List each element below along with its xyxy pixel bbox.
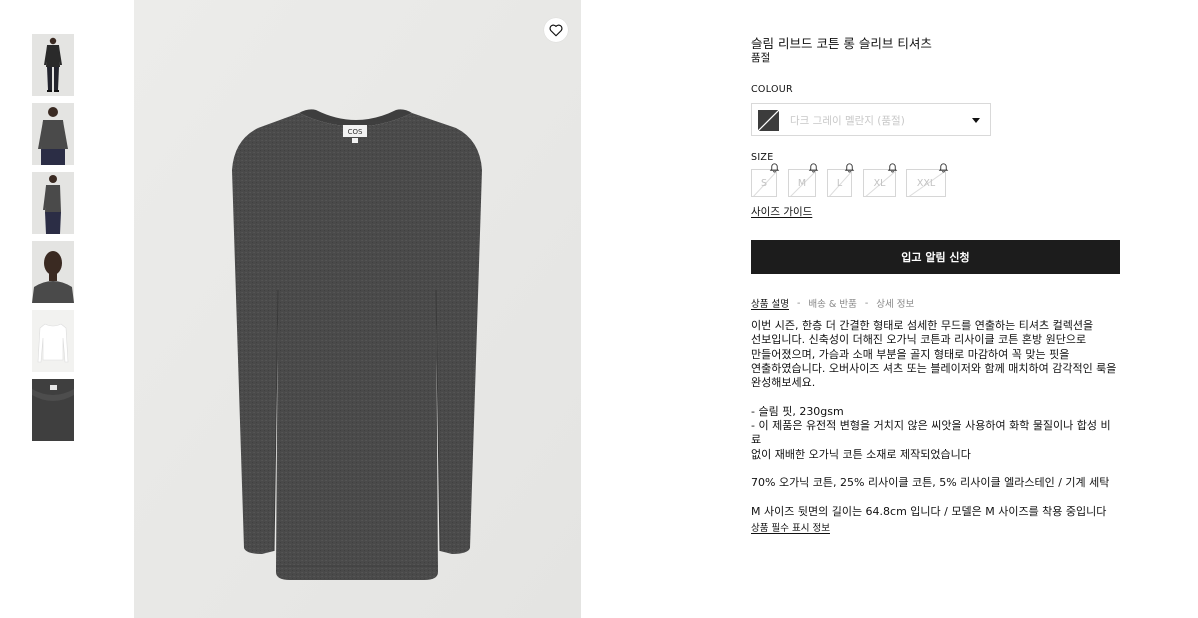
thumbnail-model-half[interactable] (32, 103, 74, 165)
bell-icon[interactable] (844, 162, 855, 173)
tab-separator: - (864, 297, 869, 309)
spec-line: - 슬림 핏, 230gsm (751, 404, 844, 418)
stock-status: 품절 (751, 52, 771, 64)
description-line: 만들어졌으며, 가슴과 소매 부분을 골지 형태로 마감하여 꼭 맞는 핏을 (751, 347, 1070, 361)
thumbnail-model-side[interactable] (32, 172, 74, 234)
size-option-m[interactable]: M (788, 169, 816, 197)
bell-icon[interactable] (769, 162, 780, 173)
product-description: 이번 시즌, 한층 더 간결한 형태로 섬세한 무드를 연출하는 티셔츠 컬렉션… (751, 319, 1120, 519)
brand-label: COS (348, 128, 363, 136)
tab-separator: - (796, 297, 801, 309)
thumbnail-fabric-closeup[interactable] (32, 379, 74, 441)
legal-info-link[interactable]: 상품 필수 표시 정보 (751, 520, 830, 534)
spec-line: - 이 제품은 유전적 변형을 거치지 않은 씨앗을 사용하여 화학 물질이나 … (751, 419, 1111, 447)
size-option-xxl[interactable]: XXL (906, 169, 946, 197)
tab-description[interactable]: 상품 설명 (751, 296, 789, 310)
colour-swatch (758, 110, 779, 131)
description-line: 완성해보세요. (751, 376, 816, 390)
size-option-xl[interactable]: XL (863, 169, 896, 197)
bell-icon[interactable] (808, 162, 819, 173)
description-line: 이번 시즌, 한층 더 간결한 형태로 섬세한 무드를 연출하는 티셔츠 컬렉션… (751, 319, 1094, 332)
colour-select[interactable]: 다크 그레이 멜란지 (품절) (751, 103, 991, 136)
composition: 70% 오가닉 코튼, 25% 리사이클 코튼, 5% 리사이클 엘라스테인 /… (751, 476, 1110, 490)
thumbnail-model-face[interactable] (32, 241, 74, 303)
bell-icon[interactable] (887, 162, 898, 173)
info-tabs: 상품 설명 - 배송 & 반품 - 상세 정보 (751, 296, 914, 311)
thumbnail-product-flat[interactable] (32, 310, 74, 372)
tab-shipping-returns[interactable]: 배송 & 반품 (808, 296, 856, 310)
colour-label: COLOUR (751, 84, 793, 95)
size-guide-link[interactable]: 사이즈 가이드 (751, 204, 812, 219)
spec-line: 없이 재배한 오가닉 코튼 소재로 제작되었습니다 (751, 447, 971, 461)
tab-details[interactable]: 상세 정보 (876, 296, 914, 310)
description-line: 선보입니다. 신축성이 더해진 오가닉 코튼과 리사이클 코튼 혼방 원단으로 (751, 333, 1087, 347)
thumbnail-list (32, 34, 74, 448)
fit-note: M 사이즈 뒷면의 길이는 64.8cm 입니다 / 모델은 M 사이즈를 착용… (751, 504, 1107, 518)
size-option-l[interactable]: L (827, 169, 852, 197)
size-option-s[interactable]: S (751, 169, 777, 197)
heart-icon (549, 24, 563, 36)
chevron-down-icon (972, 118, 980, 123)
description-line: 연출하였습니다. 오버사이즈 셔츠 또는 블레이저와 함께 매치하여 감각적인 … (751, 361, 1117, 375)
notify-restock-button[interactable]: 입고 알림 신청 (751, 240, 1120, 274)
thumbnail-model-full[interactable] (32, 34, 74, 96)
main-product-image: COS (134, 0, 581, 618)
wishlist-button[interactable] (544, 18, 568, 42)
colour-value: 다크 그레이 멜란지 (품절) (790, 115, 905, 127)
bell-icon[interactable] (938, 162, 949, 173)
product-title: 슬림 리브드 코튼 롱 슬리브 티셔츠 (751, 36, 932, 51)
